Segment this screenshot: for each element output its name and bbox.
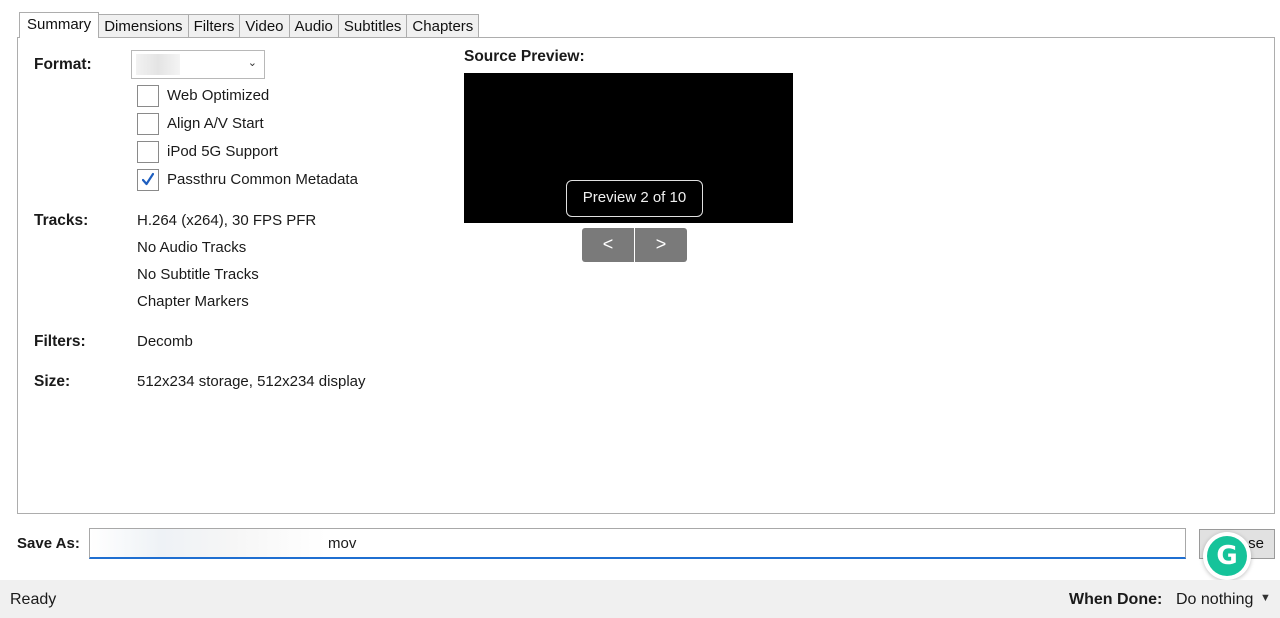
filters-label: Filters:	[34, 333, 86, 350]
source-preview-title: Source Preview:	[464, 48, 585, 65]
status-bar: Ready When Done: Do nothing ▼	[0, 580, 1280, 618]
previous-preview-button[interactable]: <	[582, 228, 634, 262]
format-value	[136, 54, 180, 75]
tab-subtitles[interactable]: Subtitles	[337, 14, 408, 38]
next-preview-button[interactable]: >	[635, 228, 687, 262]
chevron-down-icon: ⌄	[247, 57, 257, 69]
passthru-metadata-option[interactable]: Passthru Common Metadata	[137, 168, 358, 191]
status-text: Ready	[10, 591, 57, 608]
format-dropdown[interactable]: ⌄	[131, 50, 265, 79]
checkmark-icon	[142, 172, 154, 185]
align-av-option[interactable]: Align A/V Start	[137, 112, 264, 135]
size-label: Size:	[34, 373, 71, 390]
preview-counter: Preview 2 of 10	[566, 180, 703, 217]
track-chapters: Chapter Markers	[137, 293, 249, 310]
grammarly-button[interactable]: G	[1203, 532, 1251, 580]
tab-filters[interactable]: Filters	[187, 14, 241, 38]
grammarly-icon: G	[1207, 536, 1247, 576]
tab-chapters[interactable]: Chapters	[406, 14, 480, 38]
track-video: H.264 (x264), 30 FPS PFR	[137, 212, 317, 229]
track-audio: No Audio Tracks	[137, 239, 247, 256]
ipod-support-checkbox[interactable]	[137, 140, 159, 163]
web-optimized-option[interactable]: Web Optimized	[137, 84, 269, 107]
save-as-label: Save As:	[17, 535, 80, 552]
tab-video[interactable]: Video	[239, 14, 290, 38]
tab-bar: Summary Dimensions Filters Video Audio S…	[19, 12, 480, 38]
redacted-path	[90, 529, 326, 557]
tab-audio[interactable]: Audio	[288, 14, 339, 38]
passthru-metadata-label: Passthru Common Metadata	[167, 171, 358, 188]
save-as-input[interactable]: mov	[89, 528, 1186, 559]
tab-dimensions[interactable]: Dimensions	[98, 14, 189, 38]
when-done-label: When Done:	[1069, 591, 1163, 608]
when-done-dropdown[interactable]: Do nothing	[1176, 591, 1253, 609]
tracks-label: Tracks:	[34, 212, 89, 229]
track-subtitles: No Subtitle Tracks	[137, 266, 259, 283]
format-label: Format:	[34, 56, 92, 73]
save-as-value: mov	[328, 535, 357, 552]
align-av-label: Align A/V Start	[167, 115, 264, 132]
size-value: 512x234 storage, 512x234 display	[137, 373, 366, 390]
passthru-metadata-checkbox[interactable]	[137, 168, 159, 191]
align-av-checkbox[interactable]	[137, 112, 159, 135]
web-optimized-label: Web Optimized	[167, 87, 270, 104]
ipod-support-label: iPod 5G Support	[167, 143, 278, 160]
ipod-support-option[interactable]: iPod 5G Support	[137, 140, 278, 163]
filters-value: Decomb	[137, 333, 193, 350]
caret-down-icon[interactable]: ▼	[1260, 592, 1271, 604]
tab-summary[interactable]: Summary	[19, 12, 100, 38]
encoder-window: Summary Dimensions Filters Video Audio S…	[0, 0, 1280, 618]
web-optimized-checkbox[interactable]	[137, 84, 159, 107]
